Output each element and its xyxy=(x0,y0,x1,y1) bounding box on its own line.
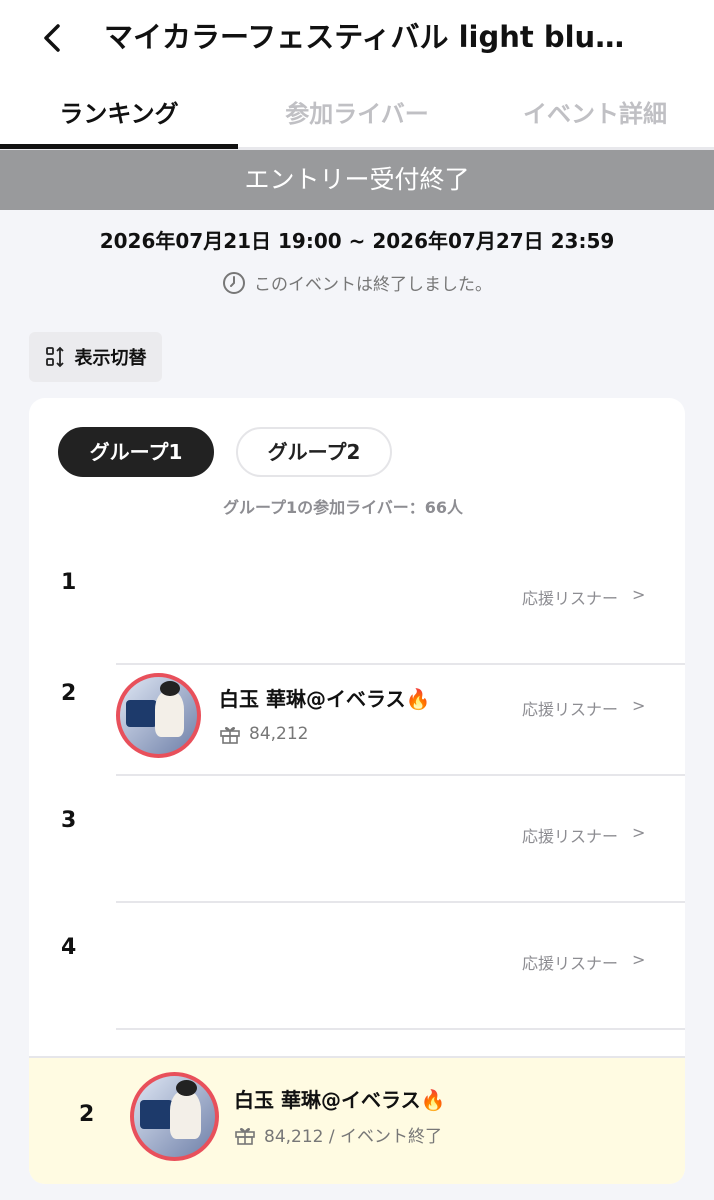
supporters-link[interactable]: 応援リスナー > xyxy=(522,950,645,974)
supporters-label: 応援リスナー xyxy=(522,700,619,719)
rank-number: 3 xyxy=(61,808,77,833)
score: 84,212 xyxy=(219,723,308,745)
event-status: このイベントは終了しました。 xyxy=(0,270,714,295)
row-divider xyxy=(116,1028,685,1030)
clock-icon xyxy=(223,271,245,294)
rank-number: 2 xyxy=(61,681,77,706)
my-liver-name: 白玉 華琳@イベラス🔥 xyxy=(234,1088,446,1112)
tab-participants[interactable]: 参加ライバー xyxy=(238,94,476,134)
event-status-text: このイベントは終了しました。 xyxy=(254,275,492,295)
score-value: 84,212 xyxy=(249,724,309,744)
gift-icon xyxy=(220,727,240,744)
page-title: マイカラーフェスティバル light blu… xyxy=(104,20,625,54)
ranking-row[interactable]: 1 応援リスナー > xyxy=(29,538,685,665)
switch-view-button[interactable]: 表示切替 xyxy=(29,332,162,382)
chevron-right-icon: > xyxy=(632,585,646,604)
group-2-pill[interactable]: グループ2 xyxy=(236,427,392,477)
my-score: 84,212 / イベント終了 xyxy=(234,1122,442,1147)
chevron-left-icon xyxy=(44,24,60,52)
tab-event-details[interactable]: イベント詳細 xyxy=(476,94,714,134)
supporters-link[interactable]: 応援リスナー > xyxy=(522,585,645,609)
my-rank-bar[interactable]: 2 白玉 華琳@イベラス🔥 84,212 / イベント終了 xyxy=(29,1056,685,1184)
avatar[interactable] xyxy=(116,673,201,758)
my-score-value: 84,212 / イベント終了 xyxy=(264,1127,443,1147)
avatar-image xyxy=(134,1076,215,1157)
ranking-card: グループ1 グループ2 グループ1の参加ライバー：66人 1 応援リスナー > … xyxy=(29,398,685,1184)
ranking-row[interactable]: 3 応援リスナー > xyxy=(29,776,685,903)
supporters-link[interactable]: 応援リスナー > xyxy=(522,823,645,847)
supporters-label: 応援リスナー xyxy=(522,827,619,846)
supporters-label: 応援リスナー xyxy=(522,954,619,973)
tab-ranking[interactable]: ランキング xyxy=(0,94,238,134)
my-rank-number: 2 xyxy=(79,1102,95,1127)
ranking-row[interactable]: 4 応援リスナー > xyxy=(29,903,685,1030)
chevron-right-icon: > xyxy=(632,950,646,969)
ranking-row[interactable]: 2 白玉 華琳@イベラス🔥 84,212 応援リスナー > xyxy=(29,649,685,776)
chevron-right-icon: > xyxy=(632,823,646,842)
active-tab-indicator xyxy=(0,144,238,149)
entry-closed-banner: エントリー受付終了 xyxy=(0,150,714,210)
participant-count: グループ1の参加ライバー：66人 xyxy=(222,498,464,517)
swap-layout-icon xyxy=(45,346,64,368)
back-button[interactable] xyxy=(32,18,72,58)
gift-icon xyxy=(235,1127,255,1145)
chevron-right-icon: > xyxy=(632,696,646,715)
group-1-pill[interactable]: グループ1 xyxy=(58,427,214,477)
app-header: マイカラーフェスティバル light blu… xyxy=(0,0,714,76)
tab-bar: ランキング 参加ライバー イベント詳細 xyxy=(0,76,714,150)
switch-view-label: 表示切替 xyxy=(74,348,147,369)
event-period: 2026年07月21日 19:00 ~ 2026年07月27日 23:59 xyxy=(99,229,615,253)
my-avatar[interactable] xyxy=(130,1072,219,1161)
liver-name: 白玉 華琳@イベラス🔥 xyxy=(219,687,431,711)
supporters-label: 応援リスナー xyxy=(522,589,619,608)
rank-number: 4 xyxy=(61,935,77,960)
avatar-image xyxy=(120,677,197,754)
rank-number: 1 xyxy=(61,570,77,595)
supporters-link[interactable]: 応援リスナー > xyxy=(522,696,645,720)
